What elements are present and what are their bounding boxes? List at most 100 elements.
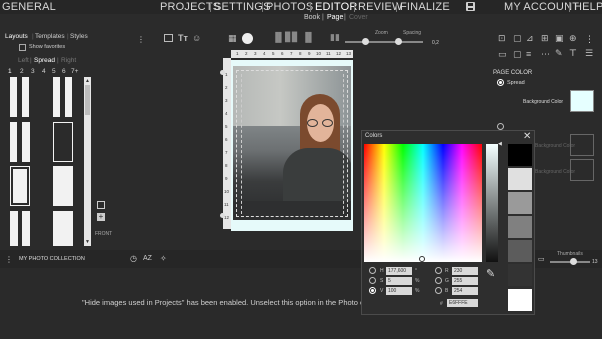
crop-icon[interactable]: ⊡ (498, 33, 506, 44)
preset-swatch[interactable] (508, 240, 532, 262)
left-page-radio[interactable] (497, 123, 504, 130)
left-background-swatch[interactable] (570, 134, 594, 156)
layout-thumbnail[interactable] (22, 77, 29, 117)
close-icon[interactable]: ✕ (523, 131, 531, 142)
tab-styles[interactable]: Styles (70, 33, 88, 40)
spread-radio[interactable] (497, 79, 504, 86)
right-background-swatch[interactable] (570, 159, 594, 181)
g-radio[interactable] (435, 277, 442, 284)
book-spread-icon[interactable]: ▊▊ (285, 32, 299, 43)
s-field[interactable]: 5 (386, 277, 412, 285)
distribute-icon[interactable]: ⋯ (541, 49, 550, 60)
hex-field[interactable]: E6FFFE (447, 299, 478, 307)
layout-thumbnail[interactable] (10, 211, 18, 246)
brightness-slider-marker[interactable]: ◀ (498, 141, 502, 147)
brightness-slider[interactable] (486, 144, 498, 262)
thumbnails-slider-thumb[interactable] (570, 258, 577, 265)
shadow-icon[interactable]: ▢ (513, 49, 522, 60)
photo-count-4[interactable]: 4 (42, 68, 46, 75)
color-picker-cursor[interactable] (419, 256, 425, 262)
nav-help[interactable]: HELP (574, 1, 602, 13)
eyedropper-icon[interactable]: ✎ (486, 267, 495, 280)
tab-spread[interactable]: Spread (34, 57, 55, 64)
layout-thumbnail[interactable] (53, 122, 73, 162)
preset-swatch[interactable] (508, 216, 532, 238)
more-vert-icon[interactable]: ⋮ (585, 34, 594, 45)
fullscreen-icon[interactable]: ▭ (538, 255, 545, 263)
image-icon[interactable] (164, 34, 173, 42)
clipart-icon[interactable]: ☺ (192, 33, 201, 43)
photo-count-3[interactable]: 3 (31, 68, 35, 75)
photo-count-1[interactable]: 1 (8, 68, 12, 75)
r-field[interactable]: 230 (452, 267, 478, 275)
zoom-slider-thumb[interactable] (362, 38, 369, 45)
scrollbar-thumb[interactable] (85, 85, 90, 115)
sort-az-icon[interactable]: AZ (143, 255, 152, 262)
layout-thumbnail[interactable] (10, 77, 17, 117)
text-box-icon[interactable]: ▣ (555, 33, 564, 44)
page-view-icon[interactable]: ▮▮ (330, 32, 340, 43)
photo-count-7plus[interactable]: 7+ (71, 68, 78, 75)
subnav-cover[interactable]: Cover (349, 14, 368, 21)
preset-swatch[interactable] (508, 192, 532, 214)
align-icon[interactable]: ≡ (526, 49, 531, 59)
nav-projects[interactable]: PROJECTS (160, 1, 220, 13)
b-field[interactable]: 254 (452, 287, 478, 295)
color-spectrum[interactable] (364, 144, 482, 262)
show-favorites-checkbox[interactable] (19, 44, 26, 51)
copy-page-icon[interactable] (97, 201, 105, 209)
book-right-icon[interactable]: ▐▌ (302, 32, 315, 42)
add-page-icon[interactable]: + (97, 213, 105, 221)
grid-icon[interactable]: ▦ (228, 33, 237, 44)
r-radio[interactable] (435, 267, 442, 274)
v-field[interactable]: 100 (386, 287, 412, 295)
pen-icon[interactable]: ✎ (555, 48, 563, 59)
adjust-icon[interactable]: ☰ (585, 48, 593, 59)
tab-left[interactable]: Left (18, 57, 29, 64)
layouts-scrollbar[interactable]: ▲ ▼ (84, 77, 91, 246)
spacing-slider-thumb[interactable] (395, 38, 402, 45)
text-icon[interactable]: Tт (178, 33, 188, 43)
nav-photos[interactable]: PHOTOS (266, 1, 313, 13)
nav-general[interactable]: GENERAL (2, 1, 56, 13)
zoom-icon[interactable]: ⊕ (569, 33, 577, 44)
chart-icon[interactable]: ⊿ (526, 33, 534, 44)
collection-menu-icon[interactable]: ⋮ (5, 255, 13, 264)
preset-swatch[interactable] (508, 168, 532, 190)
layout-thumbnail[interactable] (53, 77, 60, 117)
layout-thumbnail[interactable] (10, 122, 17, 162)
subnav-page[interactable]: Page (327, 14, 343, 21)
sparkle-icon[interactable]: ✧ (160, 254, 167, 263)
g-field[interactable]: 255 (452, 277, 478, 285)
layout-thumbnail[interactable] (22, 122, 30, 162)
save-icon[interactable] (466, 2, 475, 11)
spacing-slider[interactable] (383, 41, 423, 43)
h-radio[interactable] (369, 267, 376, 274)
v-radio[interactable] (369, 287, 376, 294)
preset-swatch[interactable] (508, 264, 532, 286)
preset-swatch[interactable] (508, 144, 532, 166)
paint-roller-icon[interactable]: ⊤ (569, 48, 577, 59)
layout-thumbnail[interactable] (53, 166, 73, 206)
layout-thumbnail[interactable] (22, 211, 30, 246)
edit-image-icon[interactable]: ⊞ (541, 33, 549, 44)
nav-editor[interactable]: EDITOR (315, 1, 358, 13)
b-radio[interactable] (435, 287, 442, 294)
layout-thumbnail[interactable] (53, 211, 73, 246)
layers-icon[interactable]: ▭ (498, 49, 507, 60)
photo-count-6[interactable]: 6 (62, 68, 66, 75)
tab-layouts[interactable]: Layouts (5, 33, 28, 40)
tab-right[interactable]: Right (61, 57, 76, 64)
s-radio[interactable] (369, 277, 376, 284)
more-options-icon[interactable]: ⋮ (137, 35, 145, 44)
photo-count-2[interactable]: 2 (20, 68, 24, 75)
book-left-icon[interactable]: ▐▌ (272, 32, 285, 42)
clock-icon[interactable]: ◷ (130, 254, 137, 263)
selection-frame[interactable] (236, 70, 348, 217)
tab-templates[interactable]: Templates (35, 33, 65, 40)
background-icon[interactable] (242, 33, 253, 44)
nav-finalize[interactable]: FINALIZE (400, 1, 450, 13)
frame-icon[interactable]: ▢ (513, 33, 522, 44)
nav-my-account[interactable]: MY ACCOUNT (504, 1, 579, 13)
background-color-swatch[interactable] (570, 90, 594, 112)
